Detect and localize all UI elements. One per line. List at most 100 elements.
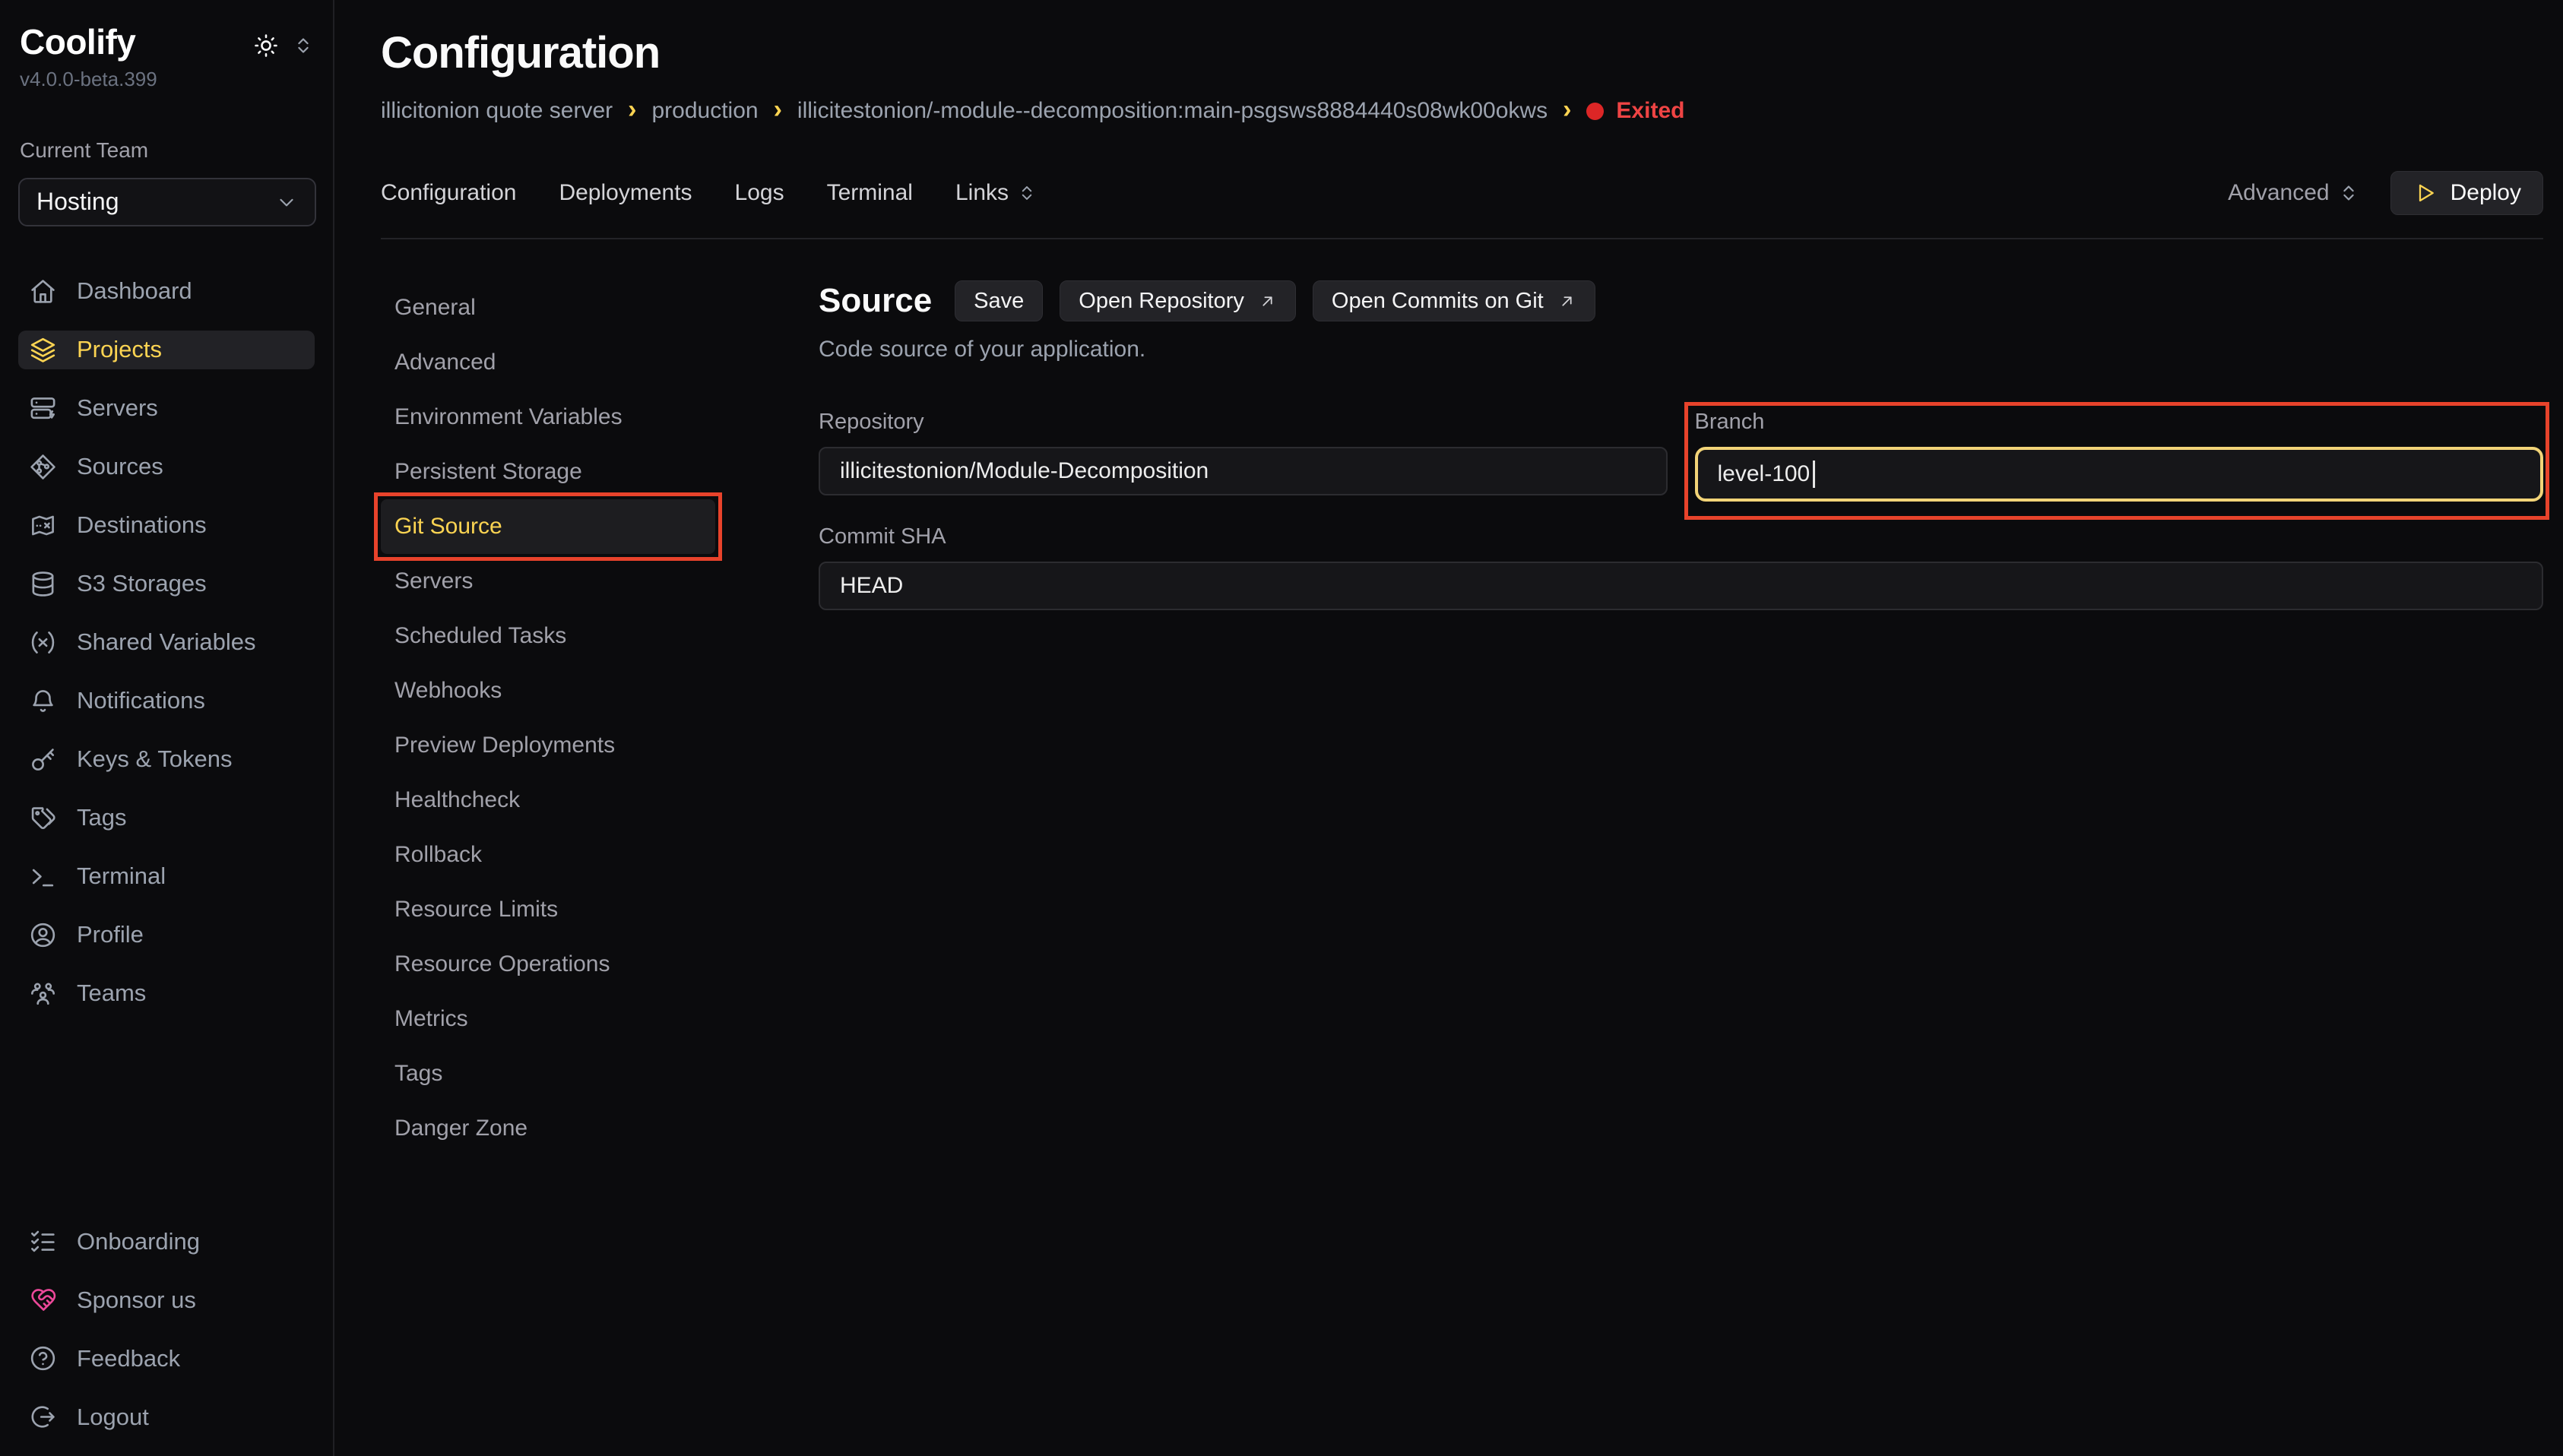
tab-links[interactable]: Links xyxy=(955,180,1038,206)
variables-icon xyxy=(29,628,57,657)
sidebar-item-tags[interactable]: Tags xyxy=(18,799,315,837)
team-select[interactable]: Hosting xyxy=(18,178,316,226)
sidebar-item-servers[interactable]: Servers xyxy=(18,389,315,428)
submenu-item-rollback[interactable]: Rollback xyxy=(381,828,715,882)
source-description: Code source of your application. xyxy=(819,337,2543,362)
tab-terminal[interactable]: Terminal xyxy=(827,180,913,206)
logo-row: Coolify xyxy=(18,23,315,62)
commit-sha-value: HEAD xyxy=(840,573,903,599)
sidebar-item-logout[interactable]: Logout xyxy=(18,1397,315,1436)
current-team-label: Current Team xyxy=(18,138,315,163)
app-logo[interactable]: Coolify xyxy=(20,23,135,62)
branch-label: Branch xyxy=(1695,410,2544,435)
sidebar-item-label: Logout xyxy=(77,1404,149,1431)
repository-value: illicitestonion/Module-Decomposition xyxy=(840,458,1209,484)
logout-icon xyxy=(29,1403,57,1431)
submenu-item-general[interactable]: General xyxy=(381,280,715,335)
open-commits-button[interactable]: Open Commits on Git xyxy=(1313,280,1595,321)
sidebar-item-s3-storages[interactable]: S3 Storages xyxy=(18,565,315,603)
sidebar-item-label: Destinations xyxy=(77,511,207,539)
sidebar-item-sponsor-us[interactable]: Sponsor us xyxy=(18,1280,315,1319)
deploy-label: Deploy xyxy=(2451,180,2521,206)
page-header: Configuration illicitonion quote server … xyxy=(334,0,2563,124)
submenu-item-preview-deployments[interactable]: Preview Deployments xyxy=(381,718,715,773)
sidebar-item-label: Notifications xyxy=(77,687,205,714)
submenu-item-git-source[interactable]: Git Source xyxy=(381,499,715,554)
breadcrumb-environment[interactable]: production xyxy=(651,98,758,124)
users-icon xyxy=(29,980,57,1008)
tab-deployments[interactable]: Deployments xyxy=(559,180,692,206)
sidebar-item-label: Profile xyxy=(77,921,144,948)
sidebar-item-projects[interactable]: Projects xyxy=(18,331,315,369)
sidebar-item-label: Tags xyxy=(77,804,126,831)
database-icon xyxy=(29,570,57,598)
repo-branch-row: Repository illicitestonion/Module-Decomp… xyxy=(819,410,2543,502)
team-select-value: Hosting xyxy=(36,188,119,216)
source-section: Source Save Open Repository Open Commits… xyxy=(819,280,2543,610)
server-icon xyxy=(29,394,57,423)
breadcrumb-application[interactable]: illicitestonion/-module--decomposition:m… xyxy=(797,98,1548,124)
submenu-item-danger-zone[interactable]: Danger Zone xyxy=(381,1101,715,1156)
sidebar-item-label: Shared Variables xyxy=(77,628,256,656)
sidebar-item-notifications[interactable]: Notifications xyxy=(18,682,315,720)
advanced-dropdown[interactable]: Advanced xyxy=(2228,180,2359,206)
sidebar-item-terminal[interactable]: Terminal xyxy=(18,857,315,896)
submenu-item-webhooks[interactable]: Webhooks xyxy=(381,663,715,718)
submenu-item-resource-operations[interactable]: Resource Operations xyxy=(381,937,715,992)
layers-icon xyxy=(29,336,57,364)
chevron-right-icon: › xyxy=(774,97,782,122)
source-title: Source xyxy=(819,282,932,320)
submenu-item-environment-variables[interactable]: Environment Variables xyxy=(381,390,715,445)
sidebar-item-profile[interactable]: Profile xyxy=(18,916,315,954)
sidebar-nav: Dashboard Projects Servers Sources Desti… xyxy=(18,272,315,1013)
save-button[interactable]: Save xyxy=(955,280,1043,321)
list-checks-icon xyxy=(29,1227,57,1255)
submenu-item-servers[interactable]: Servers xyxy=(381,554,715,609)
theme-controls xyxy=(252,32,315,59)
sidebar-item-feedback[interactable]: Feedback xyxy=(18,1339,315,1378)
status-dot-icon xyxy=(1586,103,1604,120)
advanced-label: Advanced xyxy=(2228,180,2329,206)
sidebar-item-label: Onboarding xyxy=(77,1228,200,1255)
tab-logs[interactable]: Logs xyxy=(735,180,784,206)
terminal-icon xyxy=(29,863,57,891)
submenu-item-scheduled-tasks[interactable]: Scheduled Tasks xyxy=(381,609,715,663)
submenu-item-persistent-storage[interactable]: Persistent Storage xyxy=(381,445,715,499)
open-commits-label: Open Commits on Git xyxy=(1332,289,1544,314)
map-icon xyxy=(29,511,57,540)
repository-input[interactable]: illicitestonion/Module-Decomposition xyxy=(819,447,1668,495)
branch-input[interactable]: level-100 xyxy=(1695,447,2544,502)
submenu-item-advanced[interactable]: Advanced xyxy=(381,335,715,390)
tab-configuration[interactable]: Configuration xyxy=(381,180,516,206)
breadcrumb-project[interactable]: illicitonion quote server xyxy=(381,98,613,124)
app-version: v4.0.0-beta.399 xyxy=(18,68,315,91)
sidebar-item-label: Keys & Tokens xyxy=(77,745,232,773)
sidebar-item-label: Teams xyxy=(77,980,146,1007)
sidebar-item-destinations[interactable]: Destinations xyxy=(18,506,315,545)
commit-sha-input[interactable]: HEAD xyxy=(819,562,2543,610)
sidebar-item-label: Sources xyxy=(77,453,163,480)
chevron-down-icon xyxy=(275,191,298,214)
sidebar-item-sources[interactable]: Sources xyxy=(18,448,315,486)
submenu-item-healthcheck[interactable]: Healthcheck xyxy=(381,773,715,828)
status-text: Exited xyxy=(1616,98,1684,124)
key-icon xyxy=(29,745,57,774)
sidebar-item-onboarding[interactable]: Onboarding xyxy=(18,1222,315,1261)
open-repository-label: Open Repository xyxy=(1079,289,1244,314)
submenu-item-git-source-label: Git Source xyxy=(394,514,502,539)
chevrons-up-down-icon[interactable] xyxy=(292,34,315,57)
sun-icon[interactable] xyxy=(252,32,280,59)
sidebar-item-keys-tokens[interactable]: Keys & Tokens xyxy=(18,740,315,779)
open-repository-button[interactable]: Open Repository xyxy=(1060,280,1296,321)
submenu-item-tags[interactable]: Tags xyxy=(381,1046,715,1101)
chevron-right-icon: › xyxy=(1563,97,1571,122)
submenu-item-resource-limits[interactable]: Resource Limits xyxy=(381,882,715,937)
sidebar-item-dashboard[interactable]: Dashboard xyxy=(18,272,315,311)
arrow-up-right-icon xyxy=(1557,292,1576,311)
deploy-button[interactable]: Deploy xyxy=(2390,171,2543,215)
repository-field: Repository illicitestonion/Module-Decomp… xyxy=(819,410,1668,502)
sidebar-item-shared-variables[interactable]: Shared Variables xyxy=(18,623,315,662)
sidebar-item-teams[interactable]: Teams xyxy=(18,974,315,1013)
submenu-item-metrics[interactable]: Metrics xyxy=(381,992,715,1046)
play-icon xyxy=(2413,181,2437,205)
